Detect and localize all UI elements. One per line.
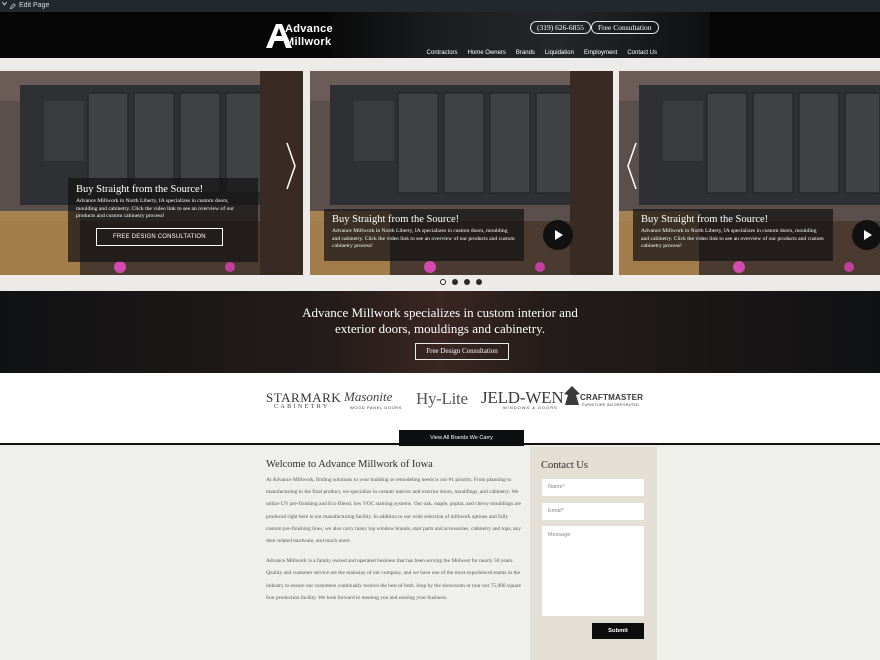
banner-text-line-2: exterior doors, mouldings and cabinetry. (335, 321, 545, 336)
dropdown-icon (2, 1, 7, 6)
slide-3: Buy Straight from the Source! Advance Mi… (619, 71, 880, 275)
hylite-logo-text: Hy-Lite (416, 389, 468, 408)
nav-employment[interactable]: Employment (584, 50, 617, 56)
banner-text: Advance Millwork specializes in custom i… (0, 305, 880, 337)
slide-1-caption: Buy Straight from the Source! Advance Mi… (68, 178, 258, 262)
specialty-banner: Advance Millwork specializes in custom i… (0, 291, 880, 373)
slide-2: Buy Straight from the Source! Advance Mi… (310, 71, 613, 275)
next-slide-arrow-icon[interactable] (285, 141, 297, 191)
email-field[interactable]: Email* (542, 503, 644, 520)
slide-1: Buy Straight from the Source! Advance Mi… (0, 71, 303, 275)
slider-pagination (440, 279, 482, 285)
play-icon (555, 230, 563, 240)
masonite-logo-text: Masonite (344, 389, 393, 404)
message-field[interactable]: Message (542, 526, 644, 616)
phone-button[interactable]: (319) 626-6855 (530, 21, 591, 34)
slider-dot-2[interactable] (452, 279, 458, 285)
admin-menu[interactable] (1, 0, 8, 7)
slide-1-title: Buy Straight from the Source! (76, 184, 204, 195)
free-consultation-button[interactable]: Free Consultation (591, 21, 659, 34)
craftmaster-emblem-icon (564, 386, 580, 405)
slide-2-text: Advance Millwork in North Liberty, IA sp… (332, 228, 515, 249)
craftmaster-logo-text: CRAFTMASTER (580, 393, 644, 402)
pencil-icon (9, 2, 16, 9)
nav-brands[interactable]: Brands (516, 50, 535, 56)
slide-3-text: Advance Millwork in North Liberty, IA sp… (641, 228, 824, 249)
slide-2-title: Buy Straight from the Source! (332, 214, 460, 225)
masonite-logo-subtext: WOOD PANEL DOORS (350, 405, 403, 410)
slider-dot-3[interactable] (464, 279, 470, 285)
brand-starmark[interactable]: STARMARK CABINETRY (266, 390, 341, 410)
slider-dot-4[interactable] (476, 279, 482, 285)
edit-page-link[interactable]: Edit Page (9, 0, 49, 12)
brand-hylite[interactable]: Hy-Lite (416, 389, 468, 409)
view-all-brands-button[interactable]: View All Brands We Carry (399, 430, 524, 446)
welcome-title: Welcome to Advance Millwork of Iowa (266, 459, 433, 470)
logo-word-advance: Advance (285, 23, 333, 35)
play-video-button[interactable] (852, 220, 880, 250)
nav-home-owners[interactable]: Home Owners (468, 50, 506, 56)
welcome-paragraph-1: At Advance Millwork, finding solutions t… (266, 477, 521, 545)
hero-slider: Buy Straight from the Source! Advance Mi… (0, 71, 880, 275)
name-field[interactable]: Name* (542, 479, 644, 496)
logo-word-millwork: Millwork (285, 36, 332, 48)
submit-button[interactable]: Submit (592, 623, 644, 639)
nav-contractors[interactable]: Contractors (427, 50, 458, 56)
banner-consultation-button[interactable]: Free Design Consultation (415, 343, 509, 360)
slide-2-caption: Buy Straight from the Source! Advance Mi… (324, 209, 524, 261)
nav-contact-us[interactable]: Contact Us (627, 50, 657, 56)
welcome-paragraph-2: Advance Millwork is a family owned and o… (266, 558, 521, 601)
nav-liquidation[interactable]: Liquidation (545, 50, 574, 56)
welcome-section: Welcome to Advance Millwork of Iowa At A… (266, 459, 524, 604)
admin-bar: Edit Page (0, 0, 880, 12)
edit-page-label: Edit Page (19, 2, 50, 9)
prev-slide-arrow-icon[interactable] (626, 141, 638, 191)
slider-dot-1[interactable] (440, 279, 446, 285)
craftmaster-logo-subtext: FURNITURE INCORPORATED (582, 403, 640, 407)
banner-text-line-1: Advance Millwork specializes in custom i… (302, 305, 578, 320)
play-icon (864, 230, 872, 240)
contact-title: Contact Us (541, 460, 588, 471)
brand-jeldwen[interactable]: JELD-WEN WINDOWS & DOORS (481, 388, 564, 410)
site-logo[interactable]: Advance Millwork (265, 22, 355, 50)
slide-3-title: Buy Straight from the Source! (641, 214, 769, 225)
main-nav: Contractors Home Owners Brands Liquidati… (427, 50, 657, 56)
free-design-consultation-button[interactable]: FREE DESIGN CONSULTATION (96, 227, 223, 246)
slide-1-text: Advance Millwork in North Liberty, IA sp… (76, 198, 234, 219)
brand-masonite[interactable]: Masonite WOOD PANEL DOORS (344, 389, 402, 410)
play-video-button[interactable] (543, 220, 573, 250)
site-header: Advance Millwork (319) 626-6855 Free Con… (0, 12, 880, 58)
slide-3-caption: Buy Straight from the Source! Advance Mi… (633, 209, 833, 261)
